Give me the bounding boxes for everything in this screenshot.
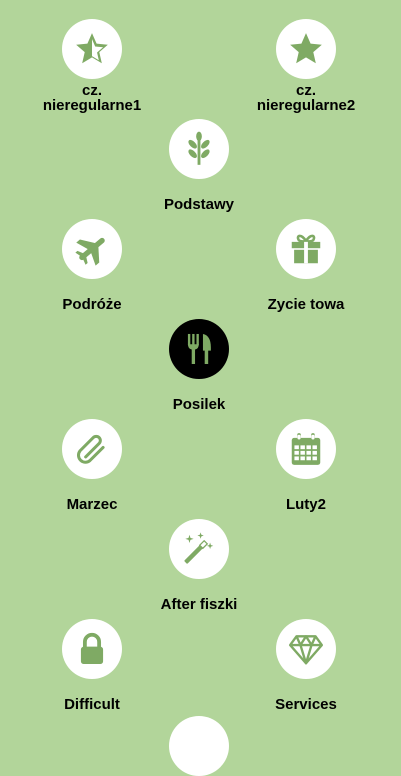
category-label: Posilek <box>172 396 226 413</box>
category-label: Luty2 <box>285 496 326 513</box>
category-circle[interactable] <box>276 19 336 79</box>
category-tile-selected[interactable]: Posilek <box>129 319 269 412</box>
category-circle[interactable] <box>169 119 229 179</box>
leaf-icon <box>180 130 218 168</box>
category-tile[interactable]: Zycie towa <box>236 219 376 312</box>
category-circle[interactable] <box>276 419 336 479</box>
category-tile[interactable]: cz. nieregularne2 <box>236 19 376 113</box>
category-label: Zycie towa <box>267 296 345 313</box>
category-tile[interactable]: Luty2 <box>236 419 376 512</box>
star-half-icon <box>73 30 111 68</box>
category-circle[interactable] <box>62 619 122 679</box>
category-label: cz. nieregularne1 <box>42 82 142 114</box>
category-tile[interactable]: cz. nieregularne1 <box>22 19 162 113</box>
category-label: Difficult <box>64 696 120 713</box>
category-tile[interactable]: After fiszki <box>129 519 269 612</box>
category-label: Podstawy <box>163 196 235 213</box>
next-category-circle[interactable] <box>169 716 229 776</box>
category-label: Services <box>275 696 337 713</box>
category-circle[interactable] <box>169 319 229 379</box>
paperclip-icon <box>73 430 111 468</box>
category-circle[interactable] <box>62 419 122 479</box>
category-tile[interactable]: Podstawy <box>129 119 269 212</box>
category-tile[interactable]: Difficult <box>22 619 162 712</box>
category-circle[interactable] <box>62 219 122 279</box>
category-label: Marzec <box>66 496 118 513</box>
category-circle[interactable] <box>62 19 122 79</box>
category-circle[interactable] <box>276 619 336 679</box>
category-tile[interactable]: Podróże <box>22 219 162 312</box>
category-label: After fiszki <box>160 596 238 613</box>
star-icon <box>287 30 325 68</box>
category-circle[interactable] <box>169 519 229 579</box>
category-circle[interactable] <box>276 219 336 279</box>
diamond-icon <box>287 630 325 668</box>
airplane-icon <box>73 230 111 268</box>
lock-icon <box>73 630 111 668</box>
gift-icon <box>287 230 325 268</box>
category-label: Podróże <box>62 296 122 313</box>
calendar-icon <box>287 430 325 468</box>
category-label: cz. nieregularne2 <box>256 82 356 114</box>
utensils-icon <box>180 330 218 368</box>
magic-wand-icon <box>180 530 218 568</box>
category-tile[interactable]: Marzec <box>22 419 162 512</box>
category-tile[interactable]: Services <box>236 619 376 712</box>
